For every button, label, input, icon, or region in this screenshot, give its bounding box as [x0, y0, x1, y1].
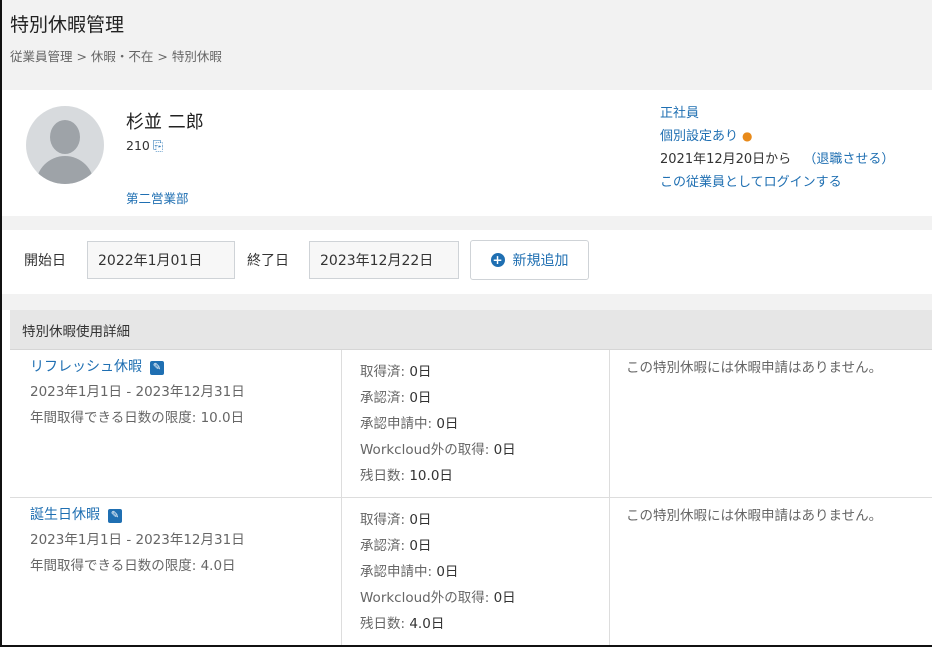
- section-header: 特別休暇使用詳細: [10, 310, 932, 350]
- stat-approved: 承認済: 0日: [360, 538, 432, 554]
- individual-setting-link[interactable]: 個別設定あり: [660, 129, 738, 144]
- leave-limit: 年間取得できる日数の限度: 4.0日: [30, 558, 236, 574]
- leave-row: 誕生日休暇 ✎ 2023年1月1日 - 2023年12月31日 年間取得できる日数…: [10, 498, 932, 645]
- leave-limit: 年間取得できる日数の限度: 10.0日: [30, 410, 245, 426]
- leave-stats-cell: 取得済: 0日 承認済: 0日 承認申請中: 0日 Workcloud外の取得:…: [342, 498, 610, 645]
- individual-setting-row: 個別設定あり ●: [660, 125, 894, 148]
- stat-approved: 承認済: 0日: [360, 390, 432, 406]
- edit-icon[interactable]: ✎: [150, 361, 164, 375]
- no-requests-note: この特別休暇には休暇申請はありません。: [626, 360, 883, 376]
- leave-info-cell: リフレッシュ休暇 ✎ 2023年1月1日 - 2023年12月31日 年間取得でき…: [10, 350, 342, 497]
- person-icon: ●: [742, 129, 753, 143]
- leave-name-link[interactable]: 誕生日休暇: [30, 507, 100, 523]
- add-new-label: 新規追加: [512, 253, 569, 269]
- leave-requests-cell: この特別休暇には休暇申請はありません。: [610, 498, 932, 645]
- leave-name-link[interactable]: リフレッシュ休暇: [30, 359, 142, 375]
- retire-link[interactable]: （退職させる）: [803, 152, 894, 167]
- end-date-label: 終了日: [247, 253, 289, 269]
- employee-name: 杉並 二郎: [126, 112, 204, 133]
- stat-remaining: 残日数: 4.0日: [360, 616, 445, 632]
- stat-acquired: 取得済: 0日: [360, 512, 432, 528]
- avatar: [26, 106, 104, 184]
- start-date-text: 2021年12月20日から: [660, 152, 792, 167]
- divider: [2, 216, 932, 230]
- add-new-button[interactable]: + 新規追加: [470, 240, 589, 280]
- start-date-label: 開始日: [24, 253, 66, 269]
- leave-info-cell: 誕生日休暇 ✎ 2023年1月1日 - 2023年12月31日 年間取得できる日数…: [10, 498, 342, 645]
- end-date-input[interactable]: [309, 241, 459, 279]
- department-link[interactable]: 第二営業部: [126, 188, 189, 207]
- start-date-input[interactable]: [87, 241, 235, 279]
- copy-icon[interactable]: ⎘: [153, 139, 163, 154]
- stat-outside: Workcloud外の取得: 0日: [360, 590, 516, 606]
- employee-status-panel: 正社員 個別設定あり ● 2021年12月20日から （退職させる） この従業員と…: [660, 102, 894, 194]
- login-as-employee-link[interactable]: この従業員としてログインする: [660, 171, 894, 194]
- no-requests-note: この特別休暇には休暇申請はありません。: [626, 508, 883, 524]
- page-header: 特別休暇管理 従業員管理 > 休暇・不在 > 特別休暇: [2, 0, 932, 90]
- breadcrumb: 従業員管理 > 休暇・不在 > 特別休暇: [10, 49, 222, 64]
- stat-acquired: 取得済: 0日: [360, 364, 432, 380]
- stat-outside: Workcloud外の取得: 0日: [360, 442, 516, 458]
- employee-id: 210: [126, 138, 150, 153]
- start-date-row: 2021年12月20日から （退職させる）: [660, 148, 894, 171]
- employee-profile-card: 杉並 二郎 210⎘ 第二営業部 … 正社員 個別設定あり● 2021年12月2…: [10, 90, 932, 216]
- stat-remaining: 残日数: 10.0日: [360, 468, 453, 484]
- stat-pending: 承認申請中: 0日: [360, 564, 459, 580]
- plus-circle-icon: +: [490, 253, 505, 267]
- leave-period: 2023年1月1日 - 2023年12月31日: [30, 384, 245, 400]
- section-title: 特別休暇使用詳細: [22, 324, 130, 340]
- stat-pending: 承認申請中: 0日: [360, 416, 459, 432]
- employee-id-row: 210 ⎘: [126, 138, 163, 154]
- employment-type-link[interactable]: 正社員: [660, 102, 894, 125]
- leave-requests-cell: この特別休暇には休暇申請はありません。: [610, 350, 932, 497]
- leave-period: 2023年1月1日 - 2023年12月31日: [30, 532, 245, 548]
- edit-icon[interactable]: ✎: [108, 509, 122, 523]
- leave-stats-cell: 取得済: 0日 承認済: 0日 承認申請中: 0日 Workcloud外の取得:…: [342, 350, 610, 497]
- date-filter-bar: 開始日 終了日 + 新規追加: [10, 230, 932, 294]
- leave-name-row: リフレッシュ休暇 ✎: [30, 356, 164, 376]
- page-title: 特別休暇管理: [10, 14, 125, 36]
- leave-name-row: 誕生日休暇 ✎: [30, 504, 122, 524]
- divider: [2, 294, 932, 310]
- app-frame: 特別休暇管理 従業員管理 > 休暇・不在 > 特別休暇 杉並 二郎 210 ⎘ 第…: [0, 0, 932, 647]
- leave-row: リフレッシュ休暇 ✎ 2023年1月1日 - 2023年12月31日 年間取得でき…: [10, 350, 932, 498]
